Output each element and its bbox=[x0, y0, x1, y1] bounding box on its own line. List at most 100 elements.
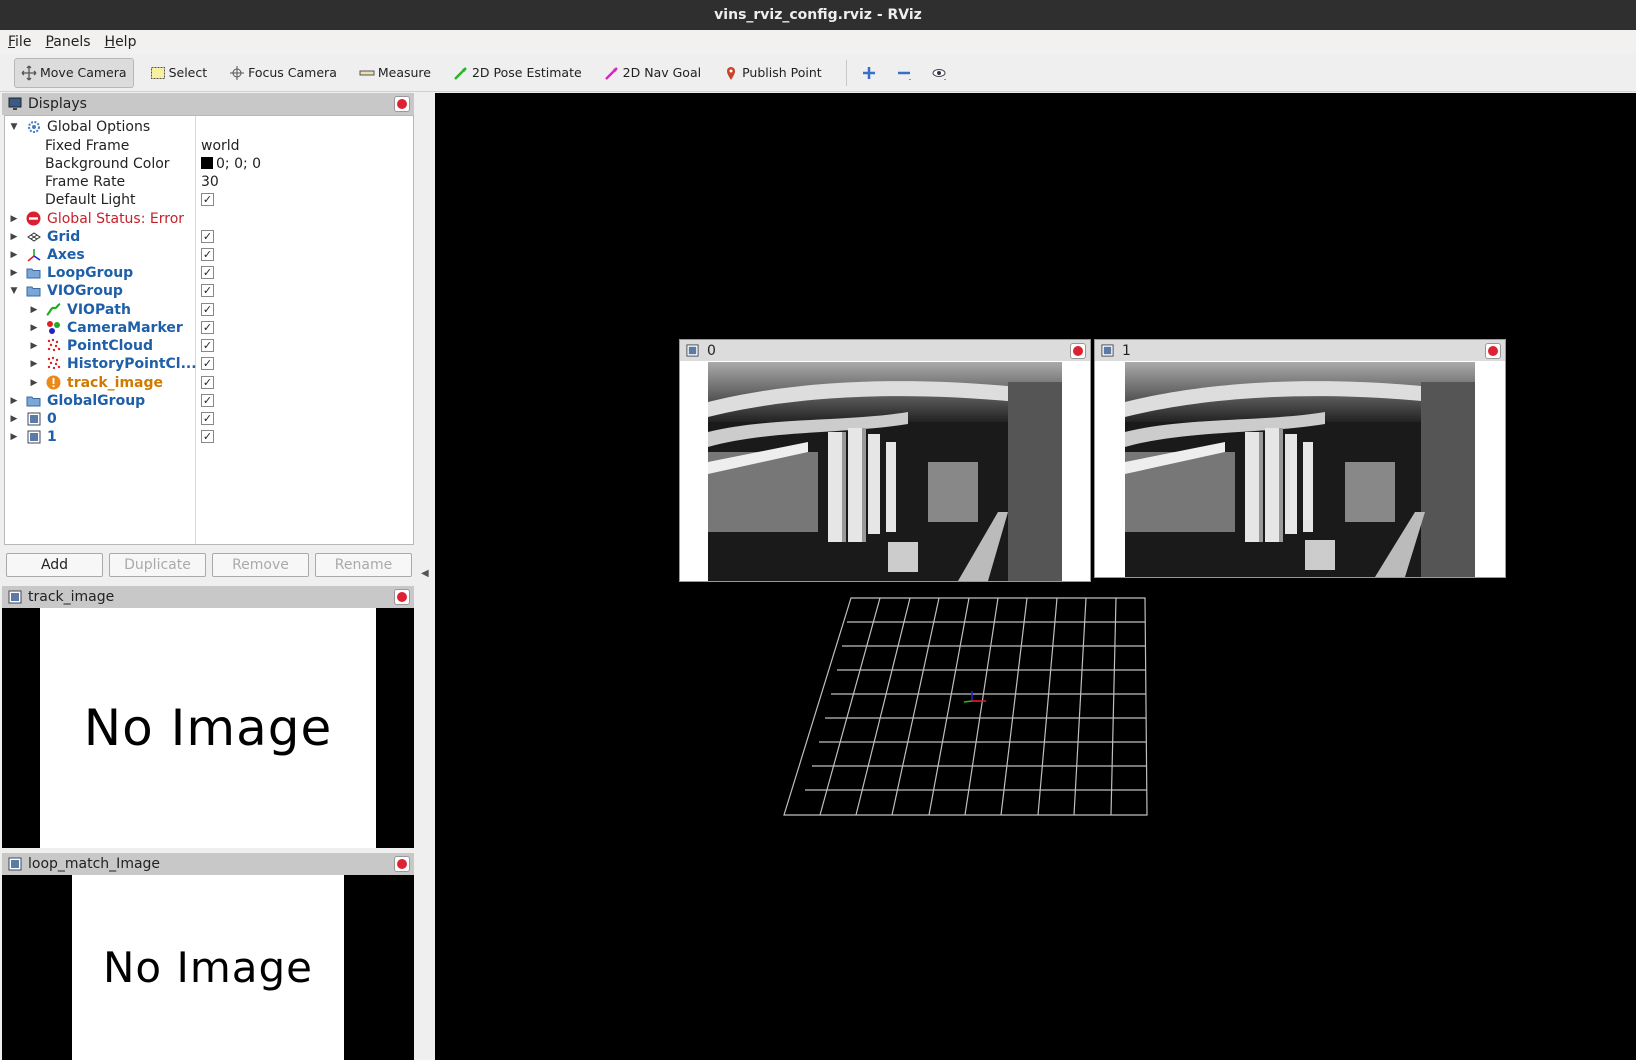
tree-item-historypointcloud[interactable]: ▶ HistoryPointCl... ✓ bbox=[5, 354, 413, 373]
publish-point-button[interactable]: Publish Point bbox=[717, 58, 828, 88]
loop-match-header: loop_match_Image bbox=[2, 853, 414, 875]
minus-icon bbox=[896, 65, 912, 81]
tree-item-viogroup[interactable]: ▼ VIOGroup ✓ bbox=[5, 281, 413, 300]
expand-right-icon[interactable]: ▶ bbox=[9, 214, 19, 224]
tree-item-grid[interactable]: ▶ Grid ✓ bbox=[5, 227, 413, 246]
expand-right-icon[interactable]: ▶ bbox=[9, 432, 19, 442]
property-fixed-frame[interactable]: Fixed Frame world bbox=[5, 136, 413, 155]
expand-right-icon[interactable]: ▶ bbox=[29, 323, 39, 333]
pointcloud-icon bbox=[46, 338, 61, 353]
marker-icon bbox=[46, 320, 61, 335]
no-image-placeholder: No Image bbox=[72, 875, 344, 1060]
collapse-left-arrow-icon[interactable]: ◀ bbox=[421, 568, 429, 579]
image-icon bbox=[8, 590, 22, 604]
axes-checkbox[interactable]: ✓ bbox=[201, 248, 214, 261]
track-image-view: No Image bbox=[2, 608, 414, 848]
pose-estimate-button[interactable]: 2D Pose Estimate bbox=[447, 58, 588, 88]
tree-label: PointCloud bbox=[67, 337, 154, 354]
focus-camera-button[interactable]: Focus Camera bbox=[223, 58, 343, 88]
camera-1-checkbox[interactable]: ✓ bbox=[201, 430, 214, 443]
window-title: vins_rviz_config.rviz - RViz bbox=[714, 7, 922, 23]
color-value: 0; 0; 0 bbox=[216, 155, 262, 172]
property-value[interactable]: 0; 0; 0 bbox=[201, 156, 261, 172]
tree-item-track-image[interactable]: ▶ track_image ✓ bbox=[5, 373, 413, 392]
displays-panel: Displays ▼ Global Options Fixed Frame wo… bbox=[2, 93, 414, 581]
select-label: Select bbox=[168, 65, 208, 80]
track-image-header: track_image bbox=[2, 586, 414, 608]
tree-label: track_image bbox=[67, 374, 164, 391]
tree-item-globalgroup[interactable]: ▶ GlobalGroup ✓ bbox=[5, 391, 413, 410]
property-value[interactable]: world bbox=[201, 138, 240, 154]
add-tool-button[interactable] bbox=[855, 58, 886, 88]
loopgroup-checkbox[interactable]: ✓ bbox=[201, 266, 214, 279]
expand-right-icon[interactable]: ▶ bbox=[9, 250, 19, 260]
displays-tree: ▼ Global Options Fixed Frame world Backg… bbox=[4, 115, 414, 545]
expand-right-icon[interactable]: ▶ bbox=[29, 341, 39, 351]
move-camera-button[interactable]: Move Camera bbox=[14, 57, 134, 88]
expand-right-icon[interactable]: ▶ bbox=[29, 305, 39, 315]
remove-tool-button[interactable] bbox=[890, 58, 921, 88]
nav-goal-label: 2D Nav Goal bbox=[622, 65, 702, 80]
loop-match-panel: loop_match_Image No Image bbox=[2, 853, 414, 1060]
tree-label: LoopGroup bbox=[47, 264, 134, 281]
select-button[interactable]: Select bbox=[144, 58, 214, 88]
tree-item-pointcloud[interactable]: ▶ PointCloud ✓ bbox=[5, 336, 413, 355]
select-icon bbox=[150, 65, 166, 81]
tree-label: Grid bbox=[47, 228, 81, 245]
tree-item-global-status[interactable]: ▶ Global Status: Error bbox=[5, 209, 413, 228]
expand-down-icon[interactable]: ▼ bbox=[9, 286, 19, 296]
pointcloud-checkbox[interactable]: ✓ bbox=[201, 339, 214, 352]
duplicate-button[interactable]: Duplicate bbox=[109, 553, 206, 577]
render-viewport[interactable]: 0 1 bbox=[435, 93, 1636, 1060]
tree-item-cameramarker[interactable]: ▶ CameraMarker ✓ bbox=[5, 318, 413, 337]
measure-label: Measure bbox=[377, 65, 431, 80]
track-image-close-button[interactable] bbox=[394, 589, 410, 605]
image-icon bbox=[26, 429, 41, 444]
expand-down-icon[interactable]: ▼ bbox=[9, 122, 19, 132]
property-frame-rate[interactable]: Frame Rate 30 bbox=[5, 172, 413, 191]
tree-label: Global Status: Error bbox=[47, 210, 185, 227]
viopath-checkbox[interactable]: ✓ bbox=[201, 303, 214, 316]
publish-point-label: Publish Point bbox=[742, 65, 822, 80]
tree-item-camera-0[interactable]: ▶ 0 ✓ bbox=[5, 409, 413, 428]
expand-right-icon[interactable]: ▶ bbox=[9, 396, 19, 406]
tree-item-loopgroup[interactable]: ▶ LoopGroup ✓ bbox=[5, 263, 413, 282]
tree-label: HistoryPointCl... bbox=[67, 355, 197, 372]
expand-right-icon[interactable]: ▶ bbox=[9, 232, 19, 242]
default-light-checkbox[interactable]: ✓ bbox=[201, 193, 214, 206]
property-label: Frame Rate bbox=[45, 173, 126, 190]
loop-match-close-button[interactable] bbox=[394, 856, 410, 872]
ground-grid bbox=[783, 597, 1148, 816]
expand-right-icon[interactable]: ▶ bbox=[29, 378, 39, 388]
tree-item-global-options[interactable]: ▼ Global Options bbox=[5, 117, 413, 136]
displays-close-button[interactable] bbox=[394, 96, 410, 112]
rename-button[interactable]: Rename bbox=[315, 553, 412, 577]
tool-bar: Move Camera Select Focus Camera Measure … bbox=[0, 54, 1636, 92]
property-default-light[interactable]: Default Light ✓ bbox=[5, 190, 413, 209]
tree-item-axes[interactable]: ▶ Axes ✓ bbox=[5, 245, 413, 264]
property-value[interactable]: 30 bbox=[201, 174, 219, 190]
globalgroup-checkbox[interactable]: ✓ bbox=[201, 394, 214, 407]
view-menu-button[interactable] bbox=[925, 58, 956, 88]
expand-right-icon[interactable]: ▶ bbox=[9, 414, 19, 424]
cameramarker-checkbox[interactable]: ✓ bbox=[201, 321, 214, 334]
grid-checkbox[interactable]: ✓ bbox=[201, 230, 214, 243]
camera-0-checkbox[interactable]: ✓ bbox=[201, 412, 214, 425]
expand-right-icon[interactable]: ▶ bbox=[9, 268, 19, 278]
track-image-checkbox[interactable]: ✓ bbox=[201, 376, 214, 389]
menu-file[interactable]: File bbox=[8, 34, 31, 50]
tree-item-camera-1[interactable]: ▶ 1 ✓ bbox=[5, 427, 413, 446]
add-button[interactable]: Add bbox=[6, 553, 103, 577]
nav-goal-button[interactable]: 2D Nav Goal bbox=[598, 58, 707, 88]
historypointcloud-checkbox[interactable]: ✓ bbox=[201, 357, 214, 370]
expand-right-icon[interactable]: ▶ bbox=[29, 359, 39, 369]
property-background-color[interactable]: Background Color 0; 0; 0 bbox=[5, 154, 413, 173]
tree-item-viopath[interactable]: ▶ VIOPath ✓ bbox=[5, 300, 413, 319]
menu-panels[interactable]: Panels bbox=[45, 34, 90, 50]
menu-help[interactable]: Help bbox=[105, 34, 137, 50]
loop-match-title: loop_match_Image bbox=[28, 856, 161, 872]
viogroup-checkbox[interactable]: ✓ bbox=[201, 284, 214, 297]
remove-button[interactable]: Remove bbox=[212, 553, 309, 577]
monitor-icon bbox=[8, 97, 22, 111]
measure-button[interactable]: Measure bbox=[353, 58, 437, 88]
